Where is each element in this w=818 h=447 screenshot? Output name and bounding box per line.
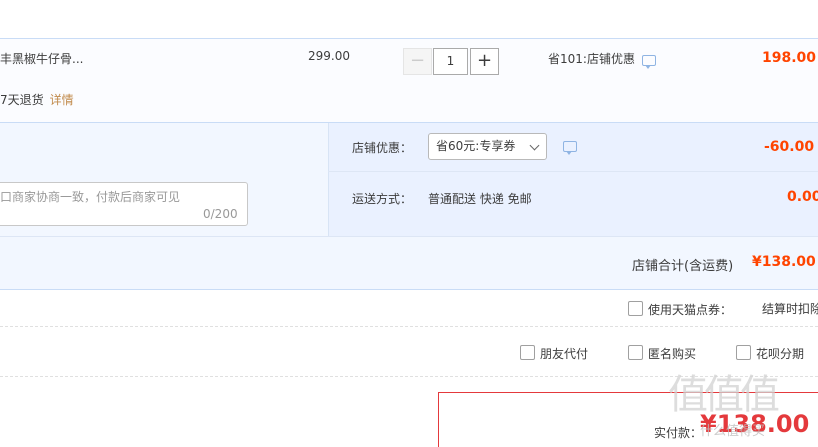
shop-discount-value: -60.00 [764, 139, 815, 155]
tmall-points-checkbox[interactable] [628, 301, 643, 316]
anonymous-checkbox[interactable] [628, 345, 643, 360]
discount-info-icon[interactable] [642, 55, 656, 69]
coupon-info-icon[interactable] [563, 141, 577, 155]
return-policy-details-link[interactable]: 详情 [50, 93, 74, 107]
watermark-subtitle: 什么值得买 [700, 424, 766, 439]
anonymous-label: 匿名购买 [648, 347, 697, 361]
coupon-select[interactable]: 省60元:专享券 [428, 133, 547, 160]
quantity-decrease-button[interactable]: − [403, 48, 432, 75]
watermark-logo: 值值值 [668, 372, 780, 418]
return-policy-label: 7天退货 [0, 93, 44, 107]
shop-discount-label: 店铺优惠： [352, 141, 413, 155]
item-service: 7天退货 详情 [0, 91, 74, 108]
shop-total-label: 店铺合计(含运费) [632, 259, 734, 274]
item-unit-price: 299.00 [308, 49, 350, 63]
panel-divider [328, 171, 818, 172]
deduct-note: 结算时扣除 [762, 302, 818, 316]
item-discount-label: 省101:店铺优惠 [548, 52, 635, 66]
quantity-input[interactable]: 1 [433, 48, 468, 75]
coupon-select-value: 省60元:专享券 [436, 139, 516, 153]
chevron-down-icon [529, 140, 540, 151]
shipping-label: 运送方式： [352, 192, 413, 206]
shipping-fee: 0.00 [787, 189, 818, 205]
item-total-price: 198.00 [762, 50, 817, 66]
seller-message-placeholder: 口商家协商一致，付款后商家可见 [0, 190, 181, 204]
seller-message-counter: 0/200 [203, 207, 238, 221]
section-divider [0, 236, 818, 237]
payment-label: 实付款： [654, 426, 703, 440]
shipping-method: 普通配送 快递 免邮 [428, 192, 532, 206]
huabei-label: 花呗分期 [756, 347, 805, 361]
shop-total-value: ¥138.00 [752, 254, 816, 270]
item-title-link[interactable]: 丰黑椒牛仔骨... [0, 50, 83, 67]
friend-pay-checkbox[interactable] [520, 345, 535, 360]
friend-pay-label: 朋友代付 [540, 347, 589, 361]
huabei-checkbox[interactable] [736, 345, 751, 360]
quantity-increase-button[interactable]: + [470, 48, 499, 75]
tmall-points-label: 使用天猫点券： [648, 303, 733, 317]
